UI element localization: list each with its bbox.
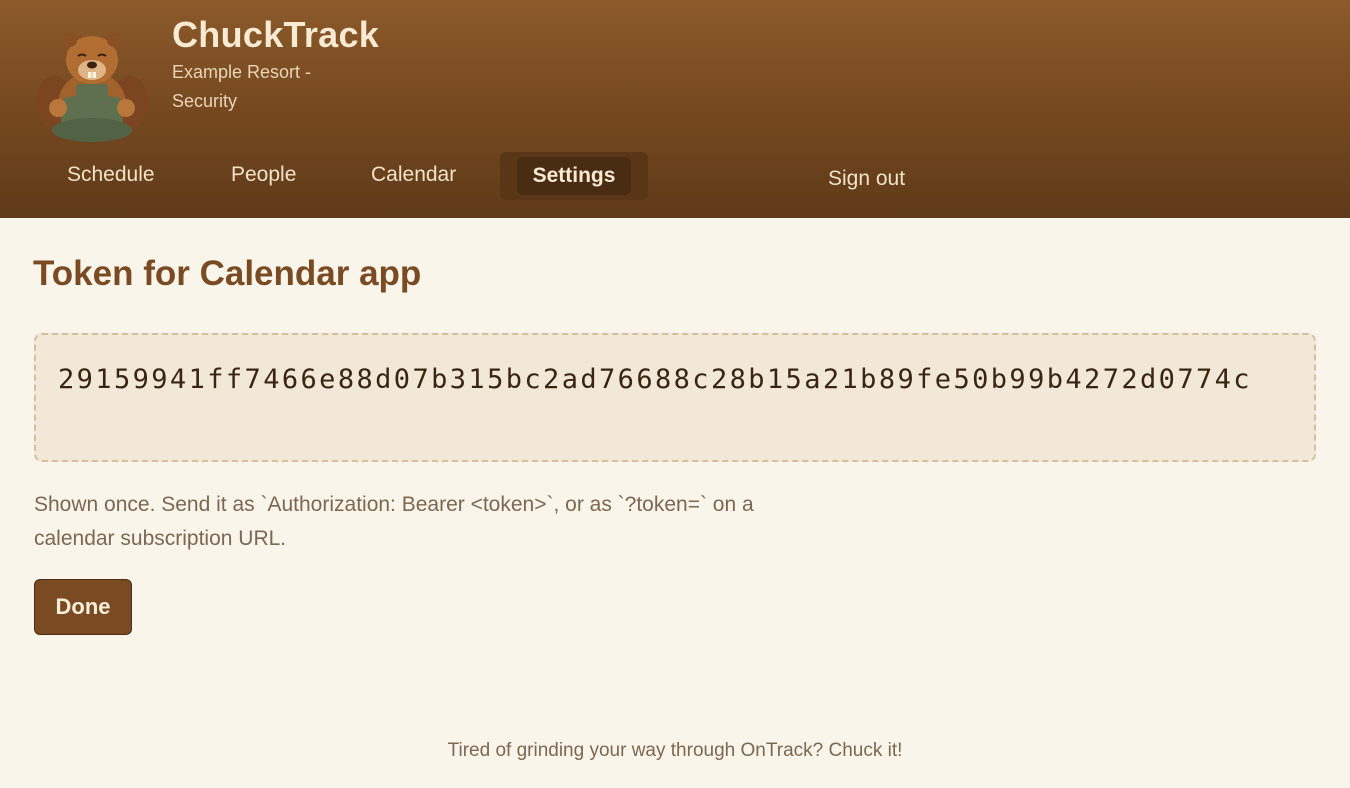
nav-item-settings[interactable]: Settings: [500, 152, 648, 200]
brand-subtitle: Example Resort - Security: [172, 62, 312, 111]
nav-item-settings-label: Settings: [517, 157, 631, 195]
token-hint: Shown once. Send it as `Authorization: B…: [34, 493, 754, 550]
nav-item-calendar[interactable]: Calendar: [371, 150, 456, 200]
footer-tagline: Tired of grinding your way through OnTra…: [447, 740, 903, 761]
beaver-mascot-icon: [30, 22, 154, 146]
app-header: ChuckTrack Example Resort - Security Sch…: [0, 0, 1350, 218]
done-button[interactable]: Done: [34, 579, 132, 635]
nav-item-schedule[interactable]: Schedule: [67, 150, 155, 200]
brand-title: ChuckTrack: [172, 14, 380, 55]
token-value[interactable]: 29159941ff7466e88d07b315bc2ad76688c28b15…: [58, 359, 1292, 401]
sign-out-link[interactable]: Sign out: [828, 154, 905, 204]
main-nav: Schedule People Calendar Settings Sign o…: [0, 150, 1350, 202]
page-title: Token for Calendar app: [33, 254, 422, 293]
nav-item-people[interactable]: People: [231, 150, 296, 200]
token-box[interactable]: 29159941ff7466e88d07b315bc2ad76688c28b15…: [34, 333, 1316, 462]
